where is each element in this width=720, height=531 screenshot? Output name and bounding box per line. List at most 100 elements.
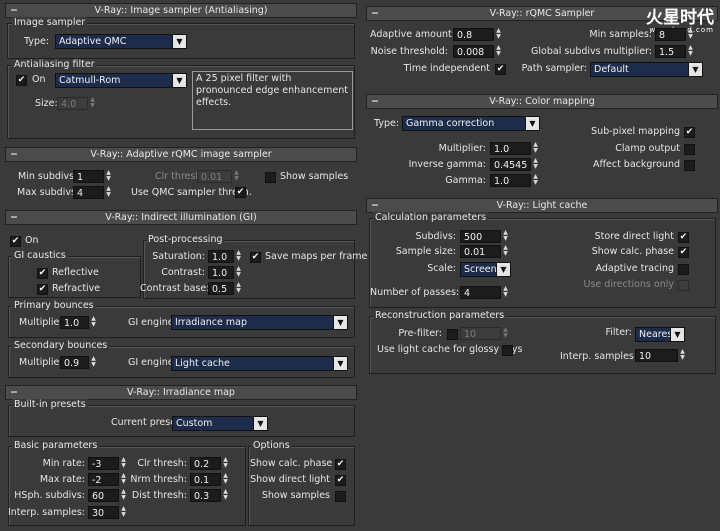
rollout-header-image-sampler[interactable]: − V-Ray:: Image sampler (Antialiasing) [5, 3, 357, 18]
spinner-arrows-icon[interactable]: ▲ ▼ [235, 266, 242, 279]
spinner-arrows-icon[interactable]: ▲ ▼ [687, 45, 694, 58]
spinner-arrows-icon[interactable]: ▲ ▼ [120, 473, 127, 486]
spinner-arrows-icon[interactable]: ▲ ▼ [222, 489, 229, 502]
lc-show-calc-checkbox[interactable]: ✔ [678, 247, 689, 258]
time-independent-checkbox[interactable]: ✔ [495, 64, 506, 75]
spinner-arrows-icon[interactable]: ▲ ▼ [502, 286, 509, 299]
adaptive-tracing-checkbox[interactable] [678, 264, 689, 275]
noise-threshold-spinner[interactable]: 0.008 ▲ ▼ [453, 45, 503, 58]
cm-multiplier-spinner[interactable]: 1.0 ▲ ▼ [490, 142, 540, 155]
passes-spinner[interactable]: 4 ▲ ▼ [460, 286, 510, 299]
spinner-arrows-icon[interactable]: ▲ ▼ [502, 230, 509, 243]
secondary-engine-dropdown[interactable]: Light cache ▼ [171, 356, 348, 371]
use-qmc-checkbox[interactable]: ✔ [235, 187, 246, 198]
prefilter-spinner[interactable]: 10 ▲ ▼ [460, 327, 510, 340]
show-direct-checkbox[interactable]: ✔ [335, 475, 346, 486]
affect-bg-checkbox[interactable] [684, 160, 695, 171]
saturation-label: Saturation: [152, 251, 205, 262]
show-samples-checkbox[interactable] [265, 172, 276, 183]
contrast-label: Contrast: [161, 267, 205, 278]
saturation-spinner[interactable]: 1.0 ▲ ▼ [208, 250, 243, 263]
primary-multiplier-spinner[interactable]: 1.0 ▲ ▼ [60, 316, 98, 329]
nrm-thresh-spinner[interactable]: 0.1 ▲ ▼ [190, 473, 230, 486]
secondary-multiplier-spinner[interactable]: 0.9 ▲ ▼ [60, 356, 98, 369]
spinner-arrows-icon[interactable]: ▲ ▼ [120, 457, 127, 470]
store-direct-checkbox[interactable]: ✔ [678, 232, 689, 243]
scale-dropdown[interactable]: Screen ▼ [460, 262, 511, 277]
spinner-arrows-icon[interactable]: ▲ ▼ [532, 158, 539, 171]
refractive-checkbox[interactable]: ✔ [37, 284, 48, 295]
spinner-arrows-icon[interactable]: ▲ ▼ [222, 473, 229, 486]
use-directions-checkbox[interactable] [678, 280, 689, 291]
sub-pixel-checkbox[interactable]: ✔ [684, 127, 695, 138]
aa-on-checkbox[interactable]: ✔ [16, 75, 27, 86]
minus-icon: − [371, 96, 379, 107]
min-samples-spinner[interactable]: 8 ▲ ▼ [655, 28, 695, 41]
cm-type-dropdown[interactable]: Gamma correction ▼ [402, 116, 540, 131]
gi-on-checkbox[interactable]: ✔ [10, 236, 21, 247]
min-rate-value: -3 [88, 457, 119, 470]
interp-label: Interp. samples: [7, 507, 85, 518]
size-spinner[interactable]: 4.0 ▲ ▼ [57, 97, 97, 110]
sampler-type-dropdown[interactable]: Adaptive QMC ▼ [55, 34, 187, 49]
glossy-checkbox[interactable] [502, 345, 513, 356]
rollout-header-adaptive-rqmc[interactable]: − V-Ray:: Adaptive rQMC image sampler [5, 147, 357, 162]
spinner-arrows-icon[interactable]: ▲ ▼ [532, 142, 539, 155]
min-subdivs-spinner[interactable]: 1 ▲ ▼ [73, 170, 113, 183]
path-sampler-dropdown[interactable]: Default ▼ [590, 62, 703, 77]
spinner-arrows-icon[interactable]: ▲ ▼ [120, 506, 127, 519]
primary-engine-dropdown[interactable]: Irradiance map ▼ [171, 315, 348, 330]
spinner-arrows-icon[interactable]: ▲ ▼ [105, 170, 112, 183]
show-calc-checkbox[interactable]: ✔ [335, 459, 346, 470]
spinner-arrows-icon[interactable]: ▲ ▼ [502, 245, 509, 258]
rollout-header-light-cache[interactable]: − V-Ray:: Light cache [366, 198, 718, 213]
spinner-arrows-icon[interactable]: ▲ ▼ [90, 356, 97, 369]
spinner-arrows-icon[interactable]: ▲ ▼ [90, 316, 97, 329]
clr-thresh-spinner[interactable]: 0.2 ▲ ▼ [190, 457, 230, 470]
spinner-arrows-icon[interactable]: ▲ ▼ [532, 174, 539, 187]
lc-subdivs-spinner[interactable]: 500 ▲ ▼ [460, 230, 510, 243]
group-title: Antialiasing filter [12, 59, 97, 70]
spinner-arrows-icon[interactable]: ▲ ▼ [222, 457, 229, 470]
max-subdivs-spinner[interactable]: 4 ▲ ▼ [73, 186, 113, 199]
min-rate-spinner[interactable]: -3 ▲ ▼ [88, 457, 128, 470]
spinner-arrows-icon[interactable]: ▲ ▼ [233, 170, 240, 183]
global-subdivs-spinner[interactable]: 1.5 ▲ ▼ [655, 45, 695, 58]
rollout-header-gi[interactable]: − V-Ray:: Indirect illumination (GI) [5, 210, 357, 225]
dist-thresh-spinner[interactable]: 0.3 ▲ ▼ [190, 489, 230, 502]
rollout-header-color-mapping[interactable]: − V-Ray:: Color mapping [366, 94, 718, 109]
current-preset-dropdown[interactable]: Custom ▼ [172, 416, 268, 431]
spinner-arrows-icon[interactable]: ▲ ▼ [105, 186, 112, 199]
spinner-arrows-icon[interactable]: ▲ ▼ [120, 489, 127, 502]
spinner-arrows-icon[interactable]: ▲ ▼ [502, 327, 509, 340]
interp-spinner[interactable]: 30 ▲ ▼ [88, 506, 128, 519]
hsph-spinner[interactable]: 60 ▲ ▼ [88, 489, 128, 502]
spinner-arrows-icon[interactable]: ▲ ▼ [687, 28, 694, 41]
spinner-arrows-icon[interactable]: ▲ ▼ [495, 28, 502, 41]
spinner-arrows-icon[interactable]: ▲ ▼ [679, 349, 686, 362]
gamma-spinner[interactable]: 1.0 ▲ ▼ [490, 174, 540, 187]
contrast-base-spinner[interactable]: 0.5 ▲ ▼ [208, 282, 243, 295]
group-title: Built-in presets [12, 399, 88, 410]
lc-interp-spinner[interactable]: 10 ▲ ▼ [635, 349, 687, 362]
spinner-arrows-icon[interactable]: ▲ ▼ [235, 250, 242, 263]
lc-filter-dropdown[interactable]: Nearest ▼ [635, 327, 685, 342]
aa-filter-dropdown[interactable]: Catmull-Rom ▼ [55, 73, 187, 88]
clr-thresh-spinner[interactable]: 0.01 ▲ ▼ [197, 170, 241, 183]
inverse-gamma-spinner[interactable]: 0.4545 ▲ ▼ [490, 158, 540, 171]
rollout-header-irradiance[interactable]: − V-Ray:: Irradiance map [5, 385, 357, 400]
adaptive-amount-spinner[interactable]: 0.8 ▲ ▼ [453, 28, 503, 41]
spinner-arrows-icon[interactable]: ▲ ▼ [89, 97, 96, 110]
clamp-output-checkbox[interactable] [684, 144, 695, 155]
prefilter-checkbox[interactable] [447, 329, 458, 340]
reflective-checkbox[interactable]: ✔ [37, 268, 48, 279]
save-maps-checkbox[interactable]: ✔ [250, 252, 261, 263]
max-rate-spinner[interactable]: -2 ▲ ▼ [88, 473, 128, 486]
contrast-spinner[interactable]: 1.0 ▲ ▼ [208, 266, 243, 279]
min-rate-label: Min rate: [42, 458, 85, 469]
spinner-arrows-icon[interactable]: ▲ ▼ [235, 282, 242, 295]
sample-size-spinner[interactable]: 0.01 ▲ ▼ [460, 245, 510, 258]
spinner-arrows-icon[interactable]: ▲ ▼ [495, 45, 502, 58]
adaptive-tracing-label: Adaptive tracing [595, 263, 674, 274]
show-samples-checkbox[interactable] [335, 491, 346, 502]
